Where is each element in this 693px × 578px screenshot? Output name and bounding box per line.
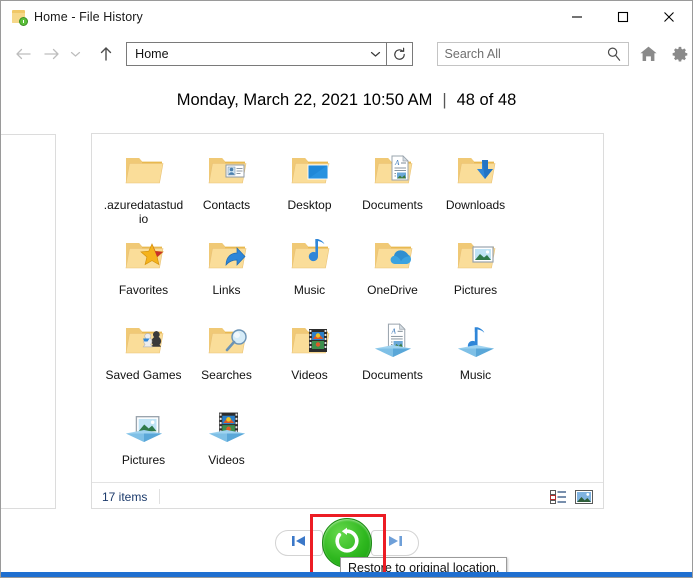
folder-onedrive-icon [370, 233, 416, 279]
folder-plain-icon [121, 148, 167, 194]
version-timestamp: Monday, March 22, 2021 10:50 AM [176, 91, 433, 109]
library-music-icon [453, 318, 499, 364]
file-item-label: Favorites [118, 283, 169, 297]
library-pictures-icon [121, 403, 167, 449]
file-item-label: Documents [362, 198, 423, 212]
file-item[interactable]: Saved Games [102, 312, 185, 397]
address-chevron-down-icon[interactable] [364, 43, 386, 65]
folder-documents-icon: A [370, 148, 416, 194]
folder-pictures-icon [453, 233, 499, 279]
file-item-label: Music [459, 368, 492, 382]
file-item[interactable]: Links [185, 227, 268, 312]
file-item-label: Desktop [287, 198, 332, 212]
file-item[interactable]: Videos [268, 312, 351, 397]
file-item[interactable]: Contacts [185, 142, 268, 227]
item-count-label: 17 items [102, 489, 148, 504]
status-divider [159, 489, 161, 504]
file-item[interactable]: Pictures [434, 227, 517, 312]
maximize-button[interactable] [600, 1, 646, 33]
window-title: Home - File History [34, 10, 143, 24]
file-item-label: Videos [208, 453, 245, 467]
folder-contacts-icon [204, 148, 250, 194]
file-item[interactable]: Downloads [434, 142, 517, 227]
close-button[interactable] [646, 1, 692, 33]
restore-icon [332, 526, 362, 561]
previous-version-icon [290, 534, 308, 553]
file-item[interactable]: Pictures [102, 397, 185, 482]
back-arrow-icon[interactable] [9, 39, 38, 69]
file-item[interactable]: Videos [185, 397, 268, 482]
folder-videos-icon [287, 318, 333, 364]
file-item[interactable]: OneDrive [351, 227, 434, 312]
gear-icon[interactable] [667, 40, 692, 68]
forward-arrow-icon[interactable] [38, 39, 65, 69]
file-item[interactable]: Music [268, 227, 351, 312]
window-controls [554, 1, 692, 33]
header-separator: | [442, 91, 447, 109]
library-documents-icon: A [370, 318, 416, 364]
address-value: Home [135, 47, 169, 61]
item-grid: .azuredatastudio Contacts Desktop A Document… [92, 134, 603, 482]
recent-locations-chevron-down-icon[interactable] [65, 39, 84, 69]
file-item-label: Saved Games [105, 368, 182, 382]
file-item-label: .azuredatastudio [103, 198, 184, 226]
address-bar[interactable]: Home [126, 42, 388, 66]
file-item[interactable]: Music [434, 312, 517, 397]
minimize-button[interactable] [554, 1, 600, 33]
folder-clock-icon [11, 9, 28, 26]
search-box[interactable] [436, 42, 630, 67]
file-item-label: Videos [291, 368, 328, 382]
file-item-label: Downloads [445, 198, 506, 212]
refresh-icon[interactable] [387, 42, 413, 66]
details-view-icon[interactable] [547, 487, 569, 507]
up-arrow-icon[interactable] [91, 39, 120, 69]
svg-text:A: A [390, 327, 396, 335]
file-item-label: Music [293, 283, 326, 297]
next-version-button[interactable] [370, 530, 419, 556]
file-item[interactable]: A Documents [351, 312, 434, 397]
file-item-label: Links [212, 283, 241, 297]
svg-text:A: A [394, 159, 400, 167]
file-item-label: OneDrive [367, 283, 418, 297]
status-bar: 17 items [92, 482, 603, 510]
file-list-panel: .azuredatastudio Contacts Desktop A Document… [91, 133, 604, 509]
taskbar-strip [1, 572, 692, 577]
folder-searches-icon [204, 318, 250, 364]
file-item[interactable]: .azuredatastudio [102, 142, 185, 227]
search-icon [606, 46, 622, 67]
search-input[interactable] [444, 47, 605, 61]
folder-saved-games-icon [121, 318, 167, 364]
file-item[interactable]: Favorites [102, 227, 185, 312]
file-item[interactable]: Searches [185, 312, 268, 397]
folder-downloads-icon [453, 148, 499, 194]
file-item-label: Pictures [121, 453, 166, 467]
next-version-icon [386, 534, 404, 553]
file-item[interactable]: A Documents [351, 142, 434, 227]
file-item[interactable]: Desktop [268, 142, 351, 227]
file-item-label: Contacts [202, 198, 251, 212]
file-item-label: Documents [362, 368, 423, 382]
file-history-window: Home - File History Home Search All Mond… [0, 0, 693, 578]
version-counter: 48 of 48 [456, 91, 517, 109]
folder-desktop-icon [287, 148, 333, 194]
previous-version-card[interactable] [1, 134, 56, 509]
title-bar: Home - File History [1, 1, 692, 33]
home-icon[interactable] [635, 40, 660, 68]
previous-version-button[interactable] [274, 530, 323, 556]
library-videos-icon [204, 403, 250, 449]
version-header: Monday, March 22, 2021 10:50 AM | 48 of 48 [1, 91, 692, 110]
large-icons-view-icon[interactable] [573, 487, 595, 507]
navigation-bar: Home [1, 33, 692, 75]
folder-links-icon [204, 233, 250, 279]
folder-favorites-icon [121, 233, 167, 279]
folder-music-icon [287, 233, 333, 279]
file-item-label: Pictures [453, 283, 498, 297]
file-item-label: Searches [201, 368, 252, 382]
